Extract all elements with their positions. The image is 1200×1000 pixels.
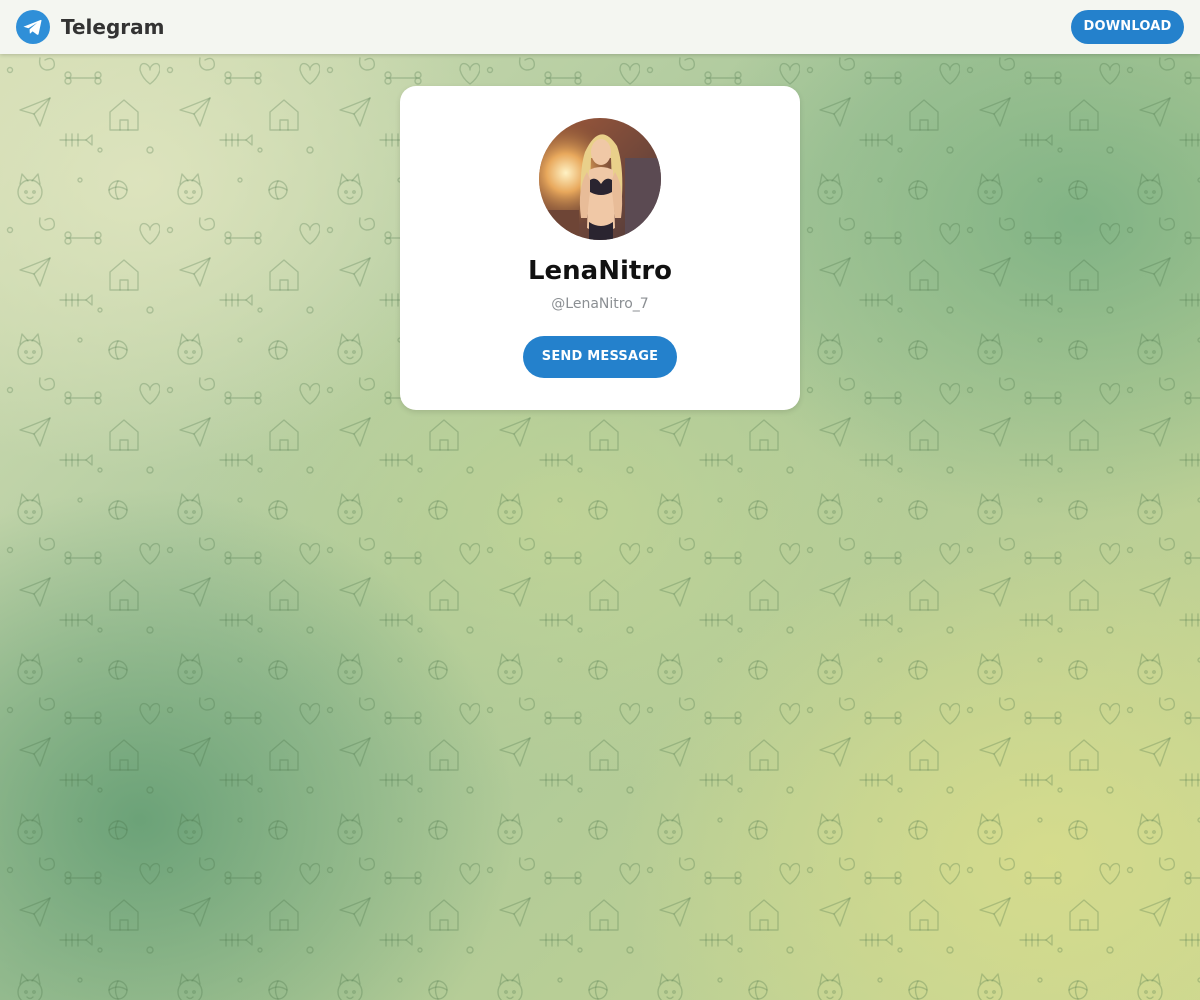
profile-display-name: LenaNitro xyxy=(527,256,673,286)
send-message-button[interactable]: SEND MESSAGE xyxy=(523,336,677,378)
app-name[interactable]: Telegram xyxy=(61,14,165,40)
telegram-logo-icon[interactable] xyxy=(16,10,50,44)
profile-card: LenaNitro @LenaNitro_7 SEND MESSAGE xyxy=(400,86,800,410)
download-button[interactable]: DOWNLOAD xyxy=(1071,10,1184,44)
profile-username: @LenaNitro_7 xyxy=(551,296,649,312)
top-header: Telegram DOWNLOAD xyxy=(0,0,1200,54)
profile-avatar xyxy=(539,118,661,240)
avatar-photo-illustration xyxy=(539,118,661,240)
